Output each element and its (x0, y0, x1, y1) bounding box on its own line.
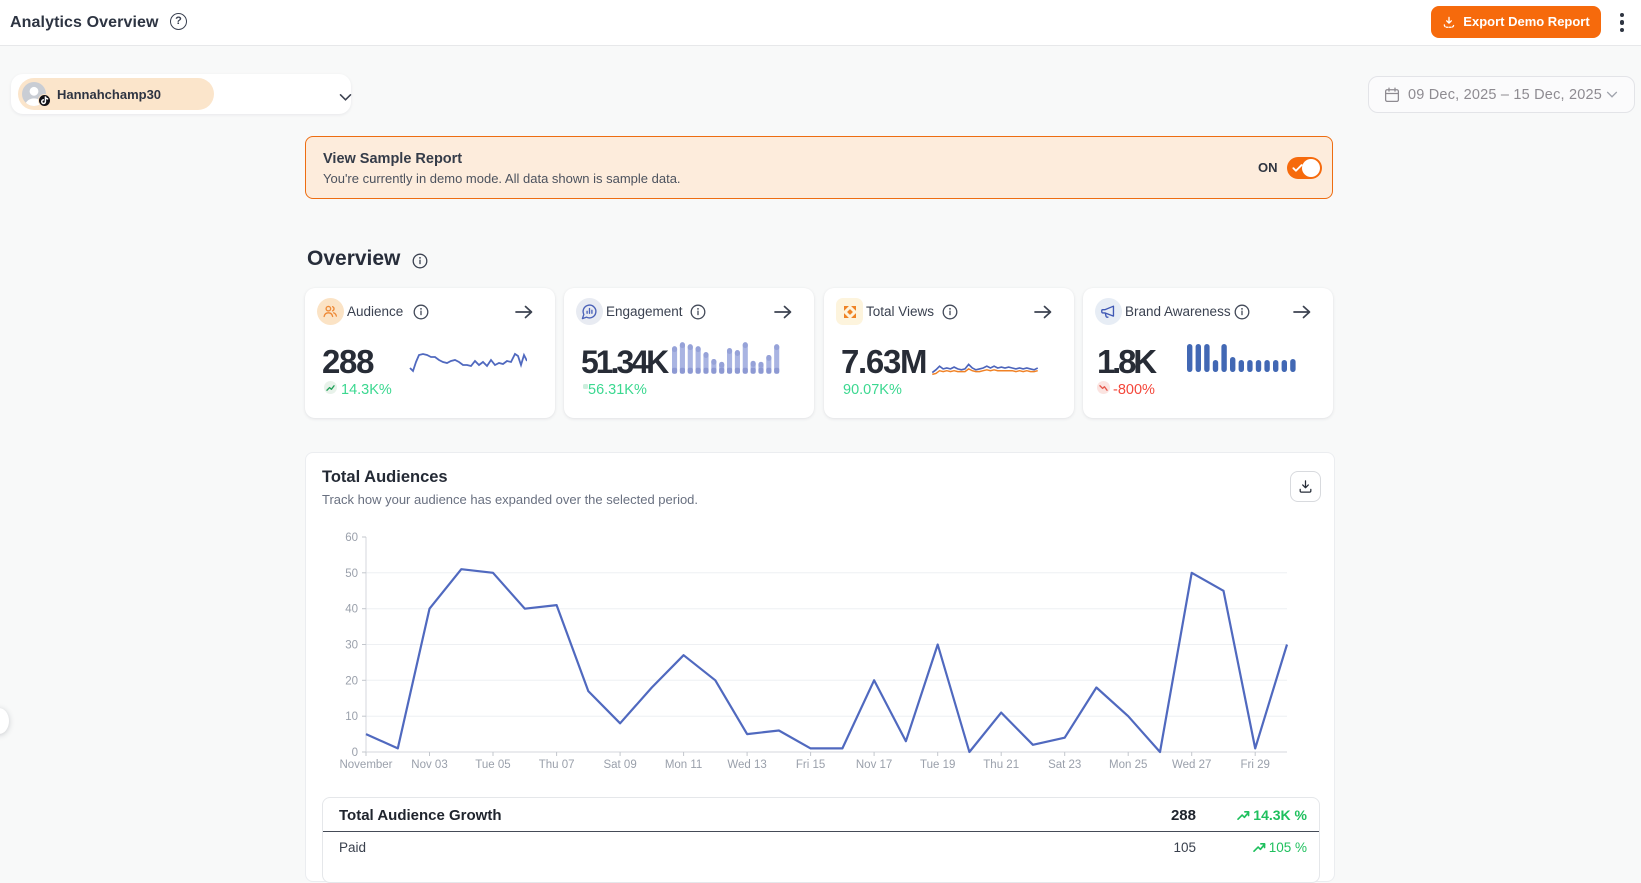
svg-text:10: 10 (345, 711, 358, 723)
svg-text:Sat 23: Sat 23 (1048, 759, 1081, 771)
svg-text:Thu 21: Thu 21 (983, 759, 1019, 771)
svg-text:Wed 27: Wed 27 (1172, 759, 1211, 771)
svg-text:Mon 25: Mon 25 (1109, 759, 1147, 771)
svg-text:Wed 13: Wed 13 (727, 759, 766, 771)
svg-text:Fri 15: Fri 15 (796, 759, 825, 771)
svg-text:Sat 09: Sat 09 (603, 759, 636, 771)
svg-text:Nov 17: Nov 17 (856, 759, 892, 771)
svg-text:Thu 07: Thu 07 (539, 759, 575, 771)
svg-text:Fri 29: Fri 29 (1240, 759, 1269, 771)
svg-text:40: 40 (345, 604, 358, 616)
svg-text:60: 60 (345, 532, 358, 544)
svg-text:50: 50 (345, 568, 358, 580)
svg-text:November: November (339, 759, 392, 771)
svg-text:Mon 11: Mon 11 (665, 759, 703, 771)
svg-text:30: 30 (345, 640, 358, 652)
svg-text:Tue 05: Tue 05 (475, 759, 510, 771)
svg-text:Nov 03: Nov 03 (411, 759, 447, 771)
svg-text:0: 0 (352, 747, 358, 759)
svg-text:20: 20 (345, 675, 358, 687)
svg-text:Tue 19: Tue 19 (920, 759, 955, 771)
